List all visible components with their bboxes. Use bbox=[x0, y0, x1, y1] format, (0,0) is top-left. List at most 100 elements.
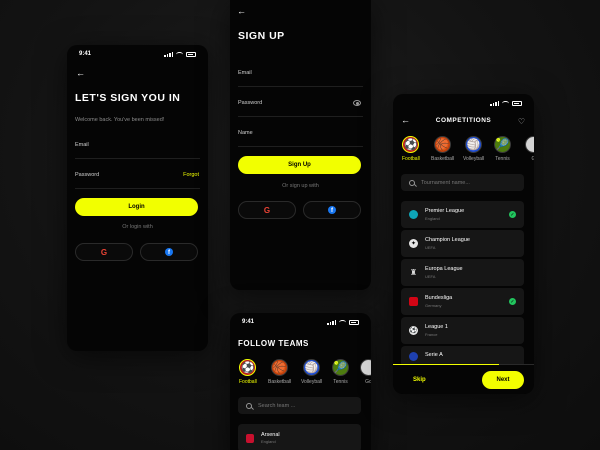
page-title: COMPETITIONS bbox=[435, 117, 492, 124]
signal-icon bbox=[327, 319, 336, 325]
facebook-login-button[interactable]: f bbox=[140, 243, 198, 261]
competitions-screen: ← COMPETITIONS ♡ ⚽ Football 🏀 Basketball… bbox=[393, 94, 534, 394]
email-field[interactable]: Email bbox=[238, 70, 252, 76]
status-icons bbox=[327, 319, 359, 325]
league-name: Serie A bbox=[425, 352, 443, 358]
sport-volleyball[interactable]: 🏐 Volleyball bbox=[463, 136, 484, 162]
league-name: League 1 bbox=[425, 324, 448, 331]
league-name: Champion League bbox=[425, 237, 470, 244]
signal-icon bbox=[490, 100, 499, 106]
search-placeholder: Search team ... bbox=[258, 402, 296, 409]
tennis-icon: 🎾 bbox=[494, 136, 511, 153]
golf-icon bbox=[525, 136, 534, 153]
email-underline bbox=[238, 86, 363, 87]
sport-basketball[interactable]: 🏀 Basketball bbox=[431, 136, 454, 162]
league-region: France bbox=[425, 331, 438, 337]
status-bar: 9:41 bbox=[230, 313, 371, 331]
google-login-button[interactable]: G bbox=[75, 243, 133, 261]
ligue-1-logo-icon: ⚽ bbox=[409, 326, 418, 335]
volleyball-icon: 🏐 bbox=[465, 136, 483, 153]
league-name: Europa League bbox=[425, 266, 463, 273]
premier-league-logo-icon bbox=[409, 210, 418, 219]
check-icon: ✓ bbox=[509, 298, 516, 305]
google-icon: G bbox=[100, 247, 108, 257]
password-field[interactable]: Password bbox=[238, 100, 262, 106]
sport-volleyball[interactable]: 🏐 Volleyball bbox=[301, 359, 322, 385]
name-underline bbox=[238, 146, 363, 147]
wifi-icon bbox=[176, 51, 183, 57]
password-field[interactable]: Password bbox=[75, 172, 99, 178]
league-row[interactable]: Bundesliga Germany ✓ bbox=[401, 288, 524, 315]
team-row[interactable]: Arsenal England bbox=[238, 424, 361, 450]
sport-basketball[interactable]: 🏀 Basketball bbox=[268, 359, 291, 385]
league-row[interactable]: ✦ Champion League UEFA bbox=[401, 230, 524, 257]
bundesliga-logo-icon bbox=[409, 297, 418, 306]
back-arrow-icon[interactable]: ← bbox=[76, 68, 85, 78]
search-icon bbox=[246, 402, 252, 409]
team-search-input[interactable]: Search team ... bbox=[238, 397, 361, 414]
name-field[interactable]: Name bbox=[238, 130, 253, 136]
league-row[interactable]: Serie A bbox=[401, 346, 524, 366]
golf-icon bbox=[360, 359, 371, 376]
login-button[interactable]: Login bbox=[75, 198, 198, 216]
page-title: LET'S SIGN YOU IN bbox=[75, 92, 181, 104]
sport-golf[interactable]: G bbox=[525, 136, 534, 162]
basketball-icon: 🏀 bbox=[434, 136, 452, 153]
skip-button[interactable]: Skip bbox=[413, 377, 426, 383]
serie-a-logo-icon bbox=[409, 352, 418, 361]
or-signup-with-text: Or sign up with bbox=[282, 183, 319, 189]
league-region: UEFA bbox=[425, 244, 436, 250]
battery-icon bbox=[349, 319, 359, 325]
status-bar: 9:41 bbox=[67, 45, 208, 63]
email-underline bbox=[75, 158, 200, 159]
next-button[interactable]: Next bbox=[482, 371, 524, 389]
signal-icon bbox=[164, 51, 173, 57]
signup-button[interactable]: Sign Up bbox=[238, 156, 361, 174]
password-underline bbox=[75, 188, 200, 189]
email-field[interactable]: Email bbox=[75, 142, 89, 148]
league-name: Bundesliga bbox=[425, 295, 453, 302]
check-icon: ✓ bbox=[509, 211, 516, 218]
follow-teams-screen: 9:41 FOLLOW TEAMS ⚽ Football 🏀 Basketbal… bbox=[230, 313, 371, 450]
welcome-subtitle: Welcome back. You've been missed! bbox=[75, 117, 165, 123]
forgot-link[interactable]: Forgot bbox=[183, 172, 199, 178]
search-icon bbox=[409, 179, 415, 186]
google-signup-button[interactable]: G bbox=[238, 201, 296, 219]
sport-football[interactable]: ⚽ Football bbox=[239, 359, 257, 385]
wifi-icon bbox=[339, 319, 346, 325]
page-title: FOLLOW TEAMS bbox=[238, 339, 309, 348]
status-icons bbox=[164, 51, 196, 57]
football-icon: ⚽ bbox=[239, 359, 257, 376]
heart-icon[interactable]: ♡ bbox=[518, 117, 525, 126]
signin-screen: 9:41 ← LET'S SIGN YOU IN Welcome back. Y… bbox=[67, 45, 208, 351]
team-name: Arsenal bbox=[261, 431, 280, 438]
google-icon: G bbox=[263, 205, 271, 215]
back-arrow-icon[interactable]: ← bbox=[237, 6, 246, 16]
eye-icon[interactable] bbox=[353, 100, 361, 106]
facebook-icon: f bbox=[165, 248, 173, 256]
sport-tennis[interactable]: 🎾 Tennis bbox=[332, 359, 349, 385]
arsenal-logo-icon bbox=[246, 433, 254, 443]
tournament-search-input[interactable]: Tournament name... bbox=[401, 174, 524, 191]
signup-screen: ← SIGN UP Email Password Name Sign Up Or… bbox=[230, 0, 371, 290]
page-title: SIGN UP bbox=[238, 30, 285, 42]
football-icon: ⚽ bbox=[402, 136, 420, 153]
sport-tennis[interactable]: 🎾 Tennis bbox=[494, 136, 511, 162]
or-login-with-text: Or login with bbox=[122, 224, 153, 230]
sport-football[interactable]: ⚽ Football bbox=[402, 136, 420, 162]
league-region: UEFA bbox=[425, 273, 436, 279]
sport-golf[interactable]: Go bbox=[360, 359, 371, 385]
league-row[interactable]: ♜ Europa League UEFA bbox=[401, 259, 524, 286]
status-time: 9:41 bbox=[242, 319, 255, 325]
battery-icon bbox=[186, 51, 196, 57]
basketball-icon: 🏀 bbox=[271, 359, 289, 376]
status-icons bbox=[490, 100, 522, 106]
wifi-icon bbox=[502, 100, 509, 106]
league-row[interactable]: Premier League England ✓ bbox=[401, 201, 524, 228]
volleyball-icon: 🏐 bbox=[303, 359, 321, 376]
facebook-signup-button[interactable]: f bbox=[303, 201, 361, 219]
league-row[interactable]: ⚽ League 1 France bbox=[401, 317, 524, 344]
league-name: Premier League bbox=[425, 208, 465, 215]
team-country: England bbox=[261, 439, 276, 445]
password-underline bbox=[238, 116, 363, 117]
